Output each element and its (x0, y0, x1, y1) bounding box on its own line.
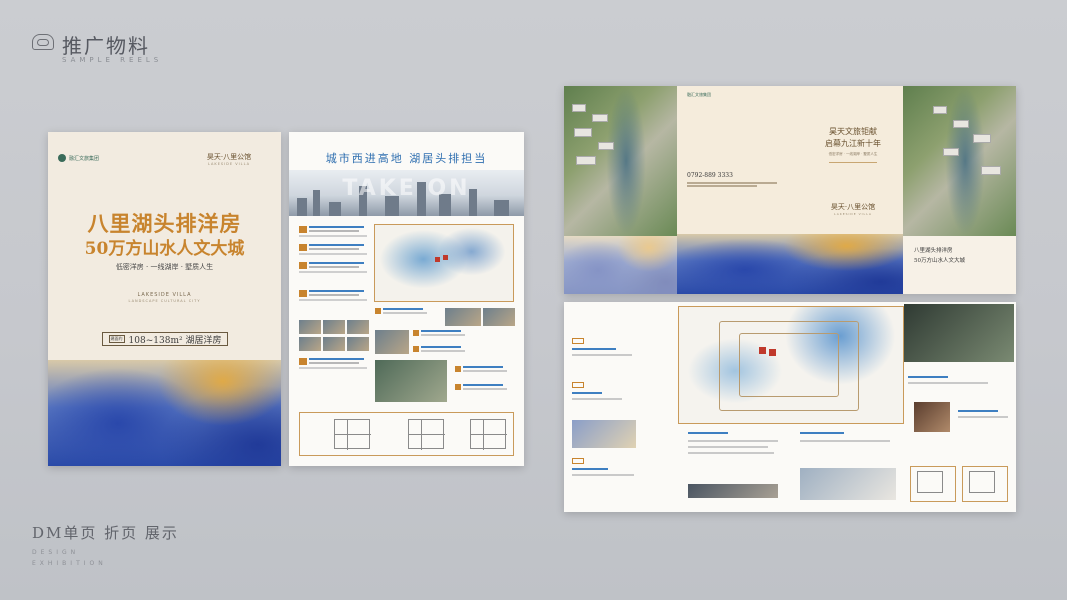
page-title: 推广物料 (62, 34, 150, 58)
trifold-right-line-2: 50万方山水人文大城 (914, 258, 965, 264)
project-pin-icon (435, 257, 440, 262)
aerial-photo-right (903, 86, 1016, 236)
lifestyle-photo (483, 308, 515, 326)
feature-item (299, 290, 369, 306)
cover-en-sub: LANDSCAPE CULTURAL CITY (128, 299, 201, 303)
feature-item (413, 346, 469, 360)
footer-subtitle-1: DESIGN (32, 549, 80, 556)
trifold-title-1: 昊天文旅钜献 (829, 127, 877, 136)
trifold-phone: 0792-889 3333 (687, 172, 733, 179)
floor-plans-strip (299, 412, 514, 456)
cover-area-badge: 建面约 108~138m² 湖居洋房 (102, 332, 228, 346)
trifold-inside-left-panel (564, 302, 670, 512)
ink-wash-left (564, 236, 677, 294)
page-footer: DM单页 折页 展示 DESIGN EXHIBITION (32, 522, 179, 569)
aerial-photo-left (564, 86, 677, 236)
lifestyle-photo (347, 337, 369, 351)
area-text: 108~138m² 湖居洋房 (128, 335, 222, 346)
floor-plan-image (470, 419, 507, 450)
trifold-right-line-1: 八里湖头排洋房 (914, 248, 953, 254)
lifestyle-photo (323, 320, 345, 334)
trifold-small: 低密洋房 · 一线湖岸 · 墅质人生 (828, 152, 878, 156)
page2-headline: 城市西进高地 湖居头排担当 (325, 152, 488, 165)
project-pin-icon (769, 349, 776, 356)
floor-plan-image (408, 419, 445, 450)
feature-item (455, 366, 511, 380)
cover-tagline: 低密洋房 · 一线湖岸 · 墅质人生 (115, 263, 214, 271)
trifold-seal-sub: LAKESIDE VILLA (833, 212, 872, 216)
location-map (374, 224, 514, 302)
cover-brand-name: 融汇文旅集团 (69, 155, 100, 162)
city-skyline-image: TAKE ON (289, 170, 524, 216)
cover-headline-2: 50万方山水人文大城 (84, 239, 245, 259)
region-map-image (572, 420, 636, 448)
brand-logo-icon (32, 34, 54, 50)
feature-item (299, 358, 369, 374)
page-subtitle: SAMPLE REELS (62, 56, 163, 64)
lifestyle-photo (299, 337, 321, 351)
trifold-inside-sheet (564, 302, 1016, 512)
lifestyle-photo (445, 308, 481, 326)
interior-photo (914, 402, 950, 432)
feature-item (375, 308, 431, 322)
lifestyle-photo (299, 320, 321, 334)
dm-cover-sheet: 融汇文旅集团 昊天·八里公馆 LAKESIDE VILLA 八里湖头排洋房 50… (48, 132, 281, 466)
trifold-outside-sheet: 融汇文旅集团 0792-889 3333 昊天文旅钜献 启幕九江新十年 低密洋房… (564, 86, 1016, 294)
area-tag: 建面约 (108, 335, 125, 343)
feature-item (455, 384, 511, 398)
cover-seal-sub: LAKESIDE VILLA (207, 162, 250, 166)
feature-item (299, 262, 369, 278)
feature-item (299, 226, 369, 242)
garden-photo (375, 360, 447, 402)
footer-title: DM单页 折页 展示 (32, 524, 179, 542)
lifestyle-photo (375, 330, 409, 354)
ink-landscape-art (677, 234, 903, 294)
lifestyle-photo (323, 337, 345, 351)
ink-landscape-art (48, 360, 281, 466)
skyline-overlay-text: TAKE ON (342, 176, 471, 201)
clubhouse-photo (904, 304, 1014, 362)
feature-item (299, 244, 369, 260)
trifold-cover-panel: 融汇文旅集团 0792-889 3333 昊天文旅钜献 启幕九江新十年 低密洋房… (677, 86, 903, 294)
floor-plan-box (962, 466, 1008, 502)
floor-plan-image (334, 419, 371, 450)
project-pin-icon (443, 255, 448, 260)
footer-subtitle-2: EXHIBITION (32, 560, 107, 567)
project-pin-icon (759, 347, 766, 354)
traffic-location-map (678, 306, 904, 424)
cover-seal: 昊天·八里公馆 LAKESIDE VILLA (192, 152, 266, 174)
dm-inner-sheet: 城市西进高地 湖居头排担当 TAKE ON (289, 132, 524, 466)
cover-en-title: LAKESIDE VILLA (137, 292, 192, 298)
trifold-seal-title: 昊天·八里公馆 (830, 203, 876, 211)
trifold-title-2: 启幕九江新十年 (825, 139, 881, 148)
lifestyle-photo-strip (688, 484, 778, 498)
cover-seal-title: 昊天·八里公馆 (206, 153, 252, 161)
building-render-photo (800, 468, 896, 500)
feature-item (413, 330, 469, 344)
floor-plan-box (910, 466, 956, 502)
cover-brand: 融汇文旅集团 (58, 154, 99, 162)
trifold-brand: 融汇文旅集团 (687, 92, 711, 97)
lifestyle-photo (347, 320, 369, 334)
brand-logo-icon (58, 154, 66, 162)
